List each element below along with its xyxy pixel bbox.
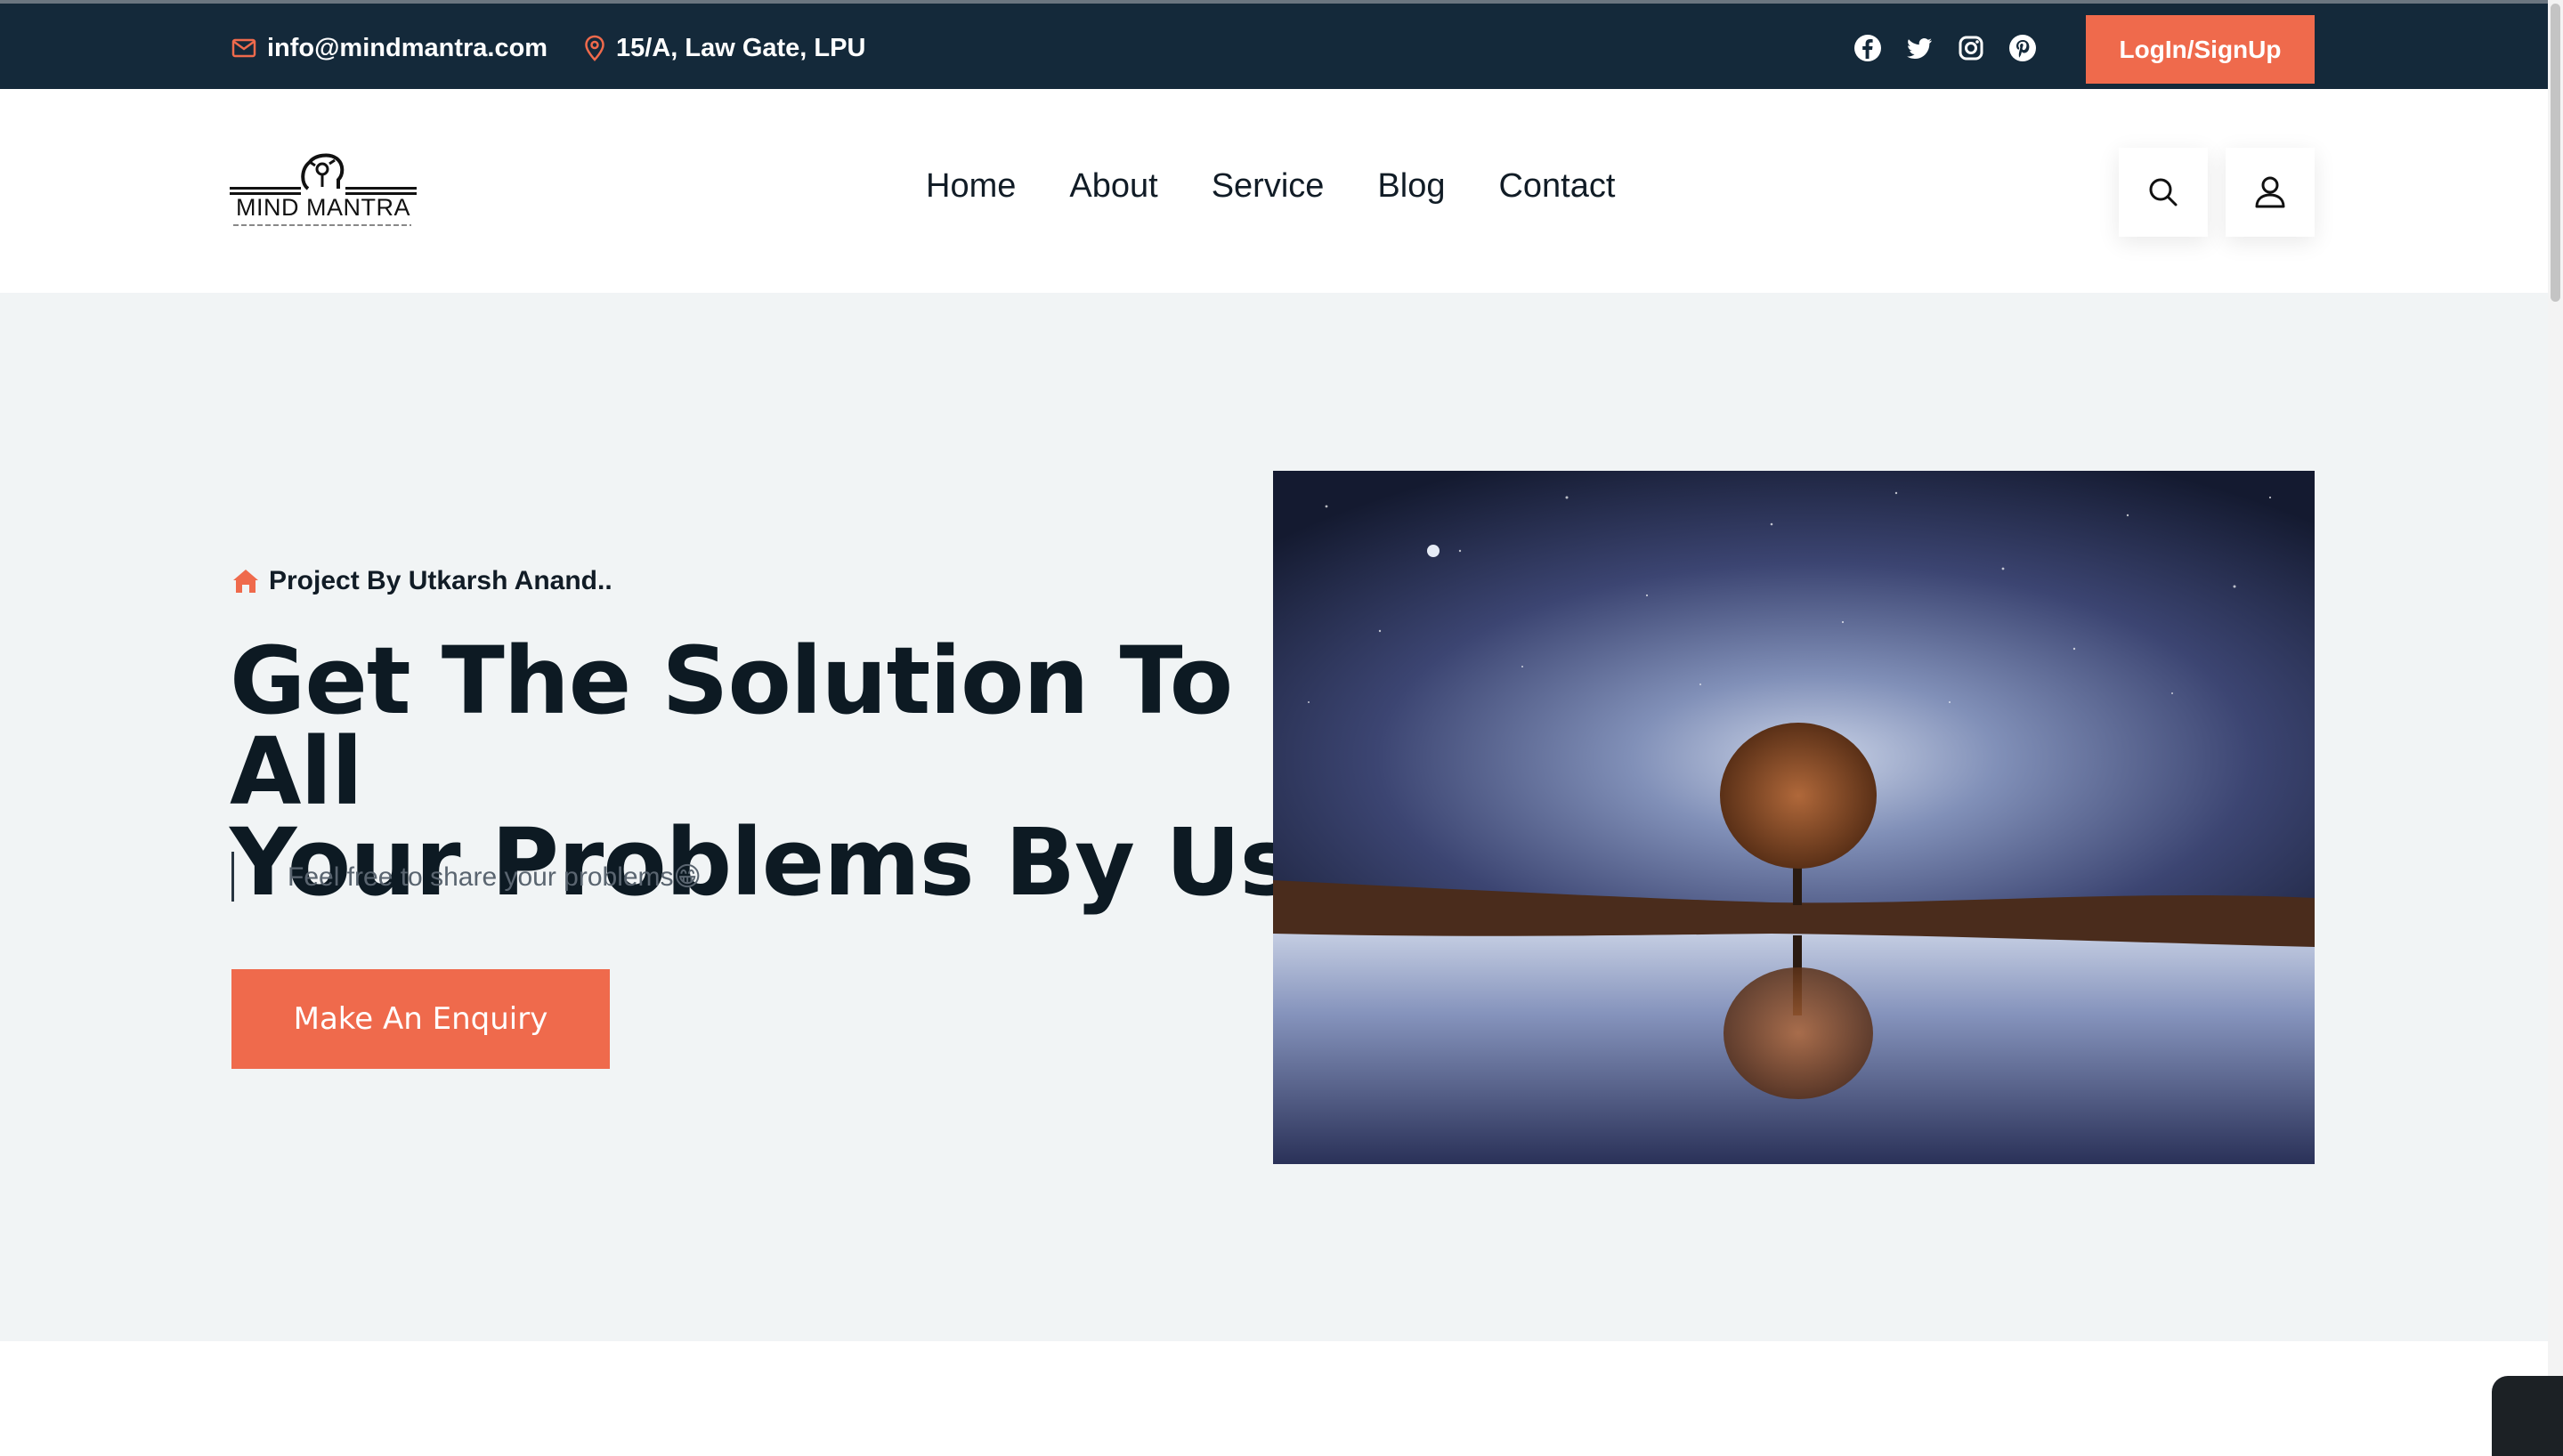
contact-address-text: 15/A, Law Gate, LPU (616, 33, 866, 62)
top-bar: info@mindmantra.com 15/A, Law Gate, LPU … (0, 0, 2548, 89)
site-logo[interactable]: MIND MANTRA (230, 142, 417, 240)
mind-mantra-logo-icon (230, 153, 417, 195)
nav-contact[interactable]: Contact (1498, 167, 1615, 206)
contact-address: 15/A, Law Gate, LPU (584, 28, 865, 68)
nav-blog[interactable]: Blog (1377, 167, 1445, 206)
home-icon (233, 570, 258, 593)
make-enquiry-button[interactable]: Make An Enquiry (231, 969, 610, 1069)
facebook-icon[interactable] (1853, 34, 1882, 62)
logo-tagline-decoration (233, 224, 411, 226)
nav-about[interactable]: About (1069, 167, 1157, 206)
login-signup-button[interactable]: LogIn/SignUp (2086, 15, 2315, 84)
instagram-icon[interactable] (1957, 34, 1985, 62)
chat-widget[interactable] (2492, 1376, 2563, 1456)
twitter-icon[interactable] (1905, 34, 1934, 62)
scrollbar-thumb[interactable] (2551, 4, 2560, 302)
search-button[interactable] (2119, 148, 2208, 237)
hero-section: Project By Utkarsh Anand.. Get The Solut… (0, 293, 2548, 1341)
contact-email[interactable]: info@mindmantra.com (231, 28, 547, 68)
main-nav: Home About Service Blog Contact (926, 167, 1615, 206)
hero-tree-reflection-image (1273, 471, 2315, 1164)
search-icon (2149, 178, 2178, 206)
logo-text: MIND MANTRA (236, 194, 410, 221)
site-header: MIND MANTRA Home About Service Blog Cont… (0, 89, 2548, 293)
page-scrollbar[interactable] (2548, 0, 2563, 1448)
nav-service[interactable]: Service (1212, 167, 1325, 206)
nav-home[interactable]: Home (926, 167, 1016, 206)
location-pin-icon (585, 35, 604, 61)
contact-email-text: info@mindmantra.com (267, 33, 548, 62)
user-account-button[interactable] (2226, 148, 2315, 237)
hero-tagline: Project By Utkarsh Anand.. (231, 566, 612, 596)
social-links (1853, 34, 2037, 62)
mail-icon (231, 38, 256, 58)
hero-subtitle: Feel free to share your problems😁 (231, 852, 702, 902)
pinterest-icon[interactable] (2008, 34, 2037, 62)
user-icon (2255, 176, 2285, 208)
hero-title-line-1: Get The Solution To All (230, 627, 1233, 826)
hero-tagline-text: Project By Utkarsh Anand.. (269, 566, 612, 595)
